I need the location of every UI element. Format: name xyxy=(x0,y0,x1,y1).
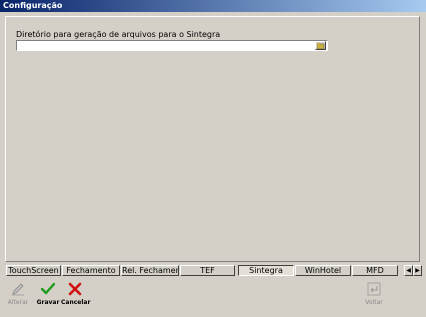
tab-touchscreen[interactable]: TouchScreen xyxy=(6,265,61,276)
bottom-toolbar: Alterar Gravar Cancelar Voltar xyxy=(0,282,426,317)
tab-sintegra[interactable]: Sintegra xyxy=(238,265,294,276)
gravar-label: Gravar xyxy=(36,299,60,306)
sintegra-panel xyxy=(5,16,420,262)
tab-strip: TouchScreen Fechamento Rel. Fechamento T… xyxy=(0,265,426,277)
alterar-label: Alterar xyxy=(7,299,29,306)
gravar-button[interactable]: Gravar xyxy=(34,282,62,306)
alterar-button[interactable]: Alterar xyxy=(4,282,32,306)
directory-label: Diretório para geração de arquivos para … xyxy=(16,30,221,39)
x-cancel-icon xyxy=(68,282,82,296)
folder-browse-icon xyxy=(316,42,325,49)
arrow-right-icon[interactable]: ▶ xyxy=(413,265,422,276)
config-window: Configuração Diretório para geração de a… xyxy=(0,0,426,317)
tab-tef[interactable]: TEF xyxy=(180,265,235,276)
return-icon xyxy=(367,282,381,296)
tab-mfd[interactable]: MFD xyxy=(352,265,398,276)
voltar-label: Voltar xyxy=(365,299,383,306)
arrow-left-icon[interactable]: ◀ xyxy=(404,265,413,276)
check-icon xyxy=(41,282,55,296)
tab-fechamento[interactable]: Fechamento xyxy=(62,265,120,276)
cancelar-button[interactable]: Cancelar xyxy=(61,282,91,306)
browse-button[interactable] xyxy=(315,41,326,50)
tab-rel-fechamento[interactable]: Rel. Fechamento xyxy=(121,265,179,276)
cancelar-label: Cancelar xyxy=(61,299,91,306)
pencil-edit-icon xyxy=(11,282,25,296)
window-title: Configuração xyxy=(0,0,426,12)
voltar-button[interactable]: Voltar xyxy=(360,282,388,306)
directory-input[interactable] xyxy=(16,40,328,51)
tab-scroll-arrows: ◀ ▶ xyxy=(404,265,422,276)
tab-winhotel[interactable]: WinHotel xyxy=(295,265,351,276)
